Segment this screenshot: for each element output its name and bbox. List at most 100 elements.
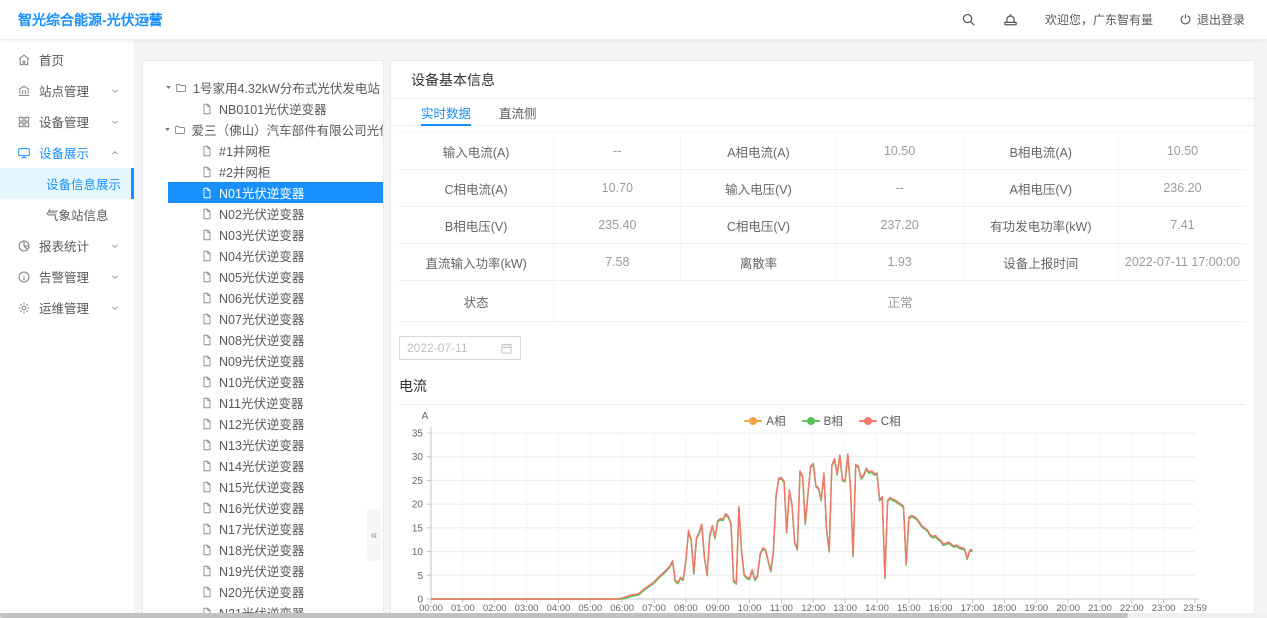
tree-node[interactable]: N11光伏逆变器 xyxy=(168,392,383,413)
caret-down-icon[interactable] xyxy=(161,125,174,134)
tree-node-label: N17光伏逆变器 xyxy=(219,519,304,538)
legend-item-A相[interactable]: A相 xyxy=(744,413,785,429)
report-icon xyxy=(17,239,31,253)
svg-text:5: 5 xyxy=(417,571,423,582)
tree-node[interactable]: N20光伏逆变器 xyxy=(168,581,383,602)
field-label: A相电压(V) xyxy=(964,170,1119,206)
sidebar-item-label: 设备管理 xyxy=(39,112,89,131)
sidebar-item-7[interactable]: 报表统计 xyxy=(0,230,134,261)
field-value: 237.20 xyxy=(837,207,964,243)
svg-text:10: 10 xyxy=(412,547,424,558)
tree-node[interactable]: N18光伏逆变器 xyxy=(168,539,383,560)
file-icon xyxy=(201,229,213,241)
scrollbar-thumb[interactable] xyxy=(0,613,1128,618)
tree-node[interactable]: 1号家用4.32kW分布式光伏发电站 xyxy=(143,77,383,98)
tree-node[interactable]: 爱三（佛山）汽车部件有限公司光伏发 xyxy=(143,119,383,140)
svg-text:35: 35 xyxy=(412,429,424,440)
tree-node[interactable]: #2并网柜 xyxy=(168,161,383,182)
file-icon xyxy=(201,460,213,472)
app-logo: 智光综合能源-光伏运营 xyxy=(0,10,135,30)
tree-node[interactable]: NB0101光伏逆变器 xyxy=(168,98,383,119)
svg-text:20: 20 xyxy=(412,500,424,511)
sidebar-item-9[interactable]: 运维管理 xyxy=(0,292,134,323)
file-icon xyxy=(201,166,213,178)
alarm-icon[interactable] xyxy=(1002,11,1019,28)
tree-node[interactable]: N12光伏逆变器 xyxy=(168,413,383,434)
search-icon[interactable] xyxy=(961,12,976,27)
tree-node[interactable]: N04光伏逆变器 xyxy=(168,245,383,266)
tree-node[interactable]: N13光伏逆变器 xyxy=(168,434,383,455)
sidebar-item-6[interactable]: 气象站信息 xyxy=(0,199,134,230)
tree-node[interactable]: N10光伏逆变器 xyxy=(168,371,383,392)
tree-node[interactable]: N02光伏逆变器 xyxy=(168,203,383,224)
menu-fold-icon[interactable] xyxy=(145,11,162,28)
tree-node-label: 爱三（佛山）汽车部件有限公司光伏发 xyxy=(192,120,383,139)
bank-icon xyxy=(17,84,31,98)
tree-node-label: #2并网柜 xyxy=(219,162,270,181)
tab-1[interactable]: 实时数据 xyxy=(421,99,471,125)
tree-node-label: N09光伏逆变器 xyxy=(219,351,304,370)
tree-node[interactable]: #1并网柜 xyxy=(168,140,383,161)
file-icon xyxy=(201,439,213,451)
tree-collapse-handle[interactable]: « xyxy=(367,509,381,561)
sidebar-item-5[interactable]: 设备信息展示 xyxy=(0,168,134,199)
tree-node[interactable]: N06光伏逆变器 xyxy=(168,287,383,308)
table-row: 直流输入功率(kW)7.58离散率1.93设备上报时间2022-07-11 17… xyxy=(399,244,1246,281)
tree-node-label: N12光伏逆变器 xyxy=(219,414,304,433)
caret-down-icon[interactable] xyxy=(161,83,175,92)
tree-node[interactable]: N03光伏逆变器 xyxy=(168,224,383,245)
header-actions: 欢迎您，广东智有量 退出登录 xyxy=(961,11,1267,28)
top-header: 智光综合能源-光伏运营 欢迎您，广东智有量 退出登录 xyxy=(0,0,1267,40)
sidebar-item-label: 首页 xyxy=(39,50,64,69)
tree-node-label: N13光伏逆变器 xyxy=(219,435,304,454)
file-icon xyxy=(201,145,213,157)
tree-node[interactable]: N14光伏逆变器 xyxy=(168,455,383,476)
tree-node[interactable]: N17光伏逆变器 xyxy=(168,518,383,539)
date-input[interactable] xyxy=(407,341,493,355)
field-value: 10.50 xyxy=(837,133,964,169)
tree-node[interactable]: N08光伏逆变器 xyxy=(168,329,383,350)
sidebar-item-2[interactable]: 站点管理 xyxy=(0,75,134,106)
tree-node-label: N11光伏逆变器 xyxy=(219,393,304,412)
tree-node[interactable]: N19光伏逆变器 xyxy=(168,560,383,581)
tree-node[interactable]: N16光伏逆变器 xyxy=(168,497,383,518)
date-picker[interactable] xyxy=(399,336,521,360)
tree-node[interactable]: N07光伏逆变器 xyxy=(168,308,383,329)
tree-node[interactable]: N09光伏逆变器 xyxy=(168,350,383,371)
tree-node-label: N15光伏逆变器 xyxy=(219,477,304,496)
file-icon xyxy=(201,481,213,493)
info-icon xyxy=(17,270,31,284)
device-tree-panel: 1号家用4.32kW分布式光伏发电站NB0101光伏逆变器爱三（佛山）汽车部件有… xyxy=(142,60,384,618)
sidebar-item-label: 报表统计 xyxy=(39,236,89,255)
tree-node[interactable]: N01光伏逆变器 xyxy=(168,182,383,203)
tree-node[interactable]: N15光伏逆变器 xyxy=(168,476,383,497)
file-icon xyxy=(201,208,213,220)
field-value: 1.93 xyxy=(837,244,964,280)
sidebar-item-8[interactable]: 告警管理 xyxy=(0,261,134,292)
field-value: -- xyxy=(837,170,964,206)
file-icon xyxy=(201,187,213,199)
chevron-down-icon xyxy=(110,241,120,251)
legend-item-C相[interactable]: C相 xyxy=(859,413,901,429)
legend-item-B相[interactable]: B相 xyxy=(802,413,843,429)
tab-2[interactable]: 直流侧 xyxy=(499,99,537,125)
file-icon xyxy=(201,418,213,430)
legend-label: A相 xyxy=(766,413,785,429)
chart-legend: A相 B相 C相 xyxy=(399,413,1246,429)
tree-node-label: N19光伏逆变器 xyxy=(219,561,304,580)
sidebar-item-3[interactable]: 设备管理 xyxy=(0,106,134,137)
field-label: 有功发电功率(kW) xyxy=(964,207,1119,243)
horizontal-scrollbar[interactable] xyxy=(0,613,1267,618)
tree-node[interactable]: N05光伏逆变器 xyxy=(168,266,383,287)
field-value: 236.20 xyxy=(1119,170,1246,206)
logout-button[interactable]: 退出登录 xyxy=(1179,11,1245,28)
sidebar-item-1[interactable]: 首页 xyxy=(0,44,134,75)
panel-title: 设备基本信息 xyxy=(391,61,1254,99)
gear-icon xyxy=(17,301,31,315)
tree-node-label: N04光伏逆变器 xyxy=(219,246,304,265)
tree-node-label: N03光伏逆变器 xyxy=(219,225,304,244)
tree-node-label: NB0101光伏逆变器 xyxy=(219,99,327,118)
file-icon xyxy=(201,502,213,514)
sidebar-item-4[interactable]: 设备展示 xyxy=(0,137,134,168)
field-value: 7.41 xyxy=(1119,207,1246,243)
